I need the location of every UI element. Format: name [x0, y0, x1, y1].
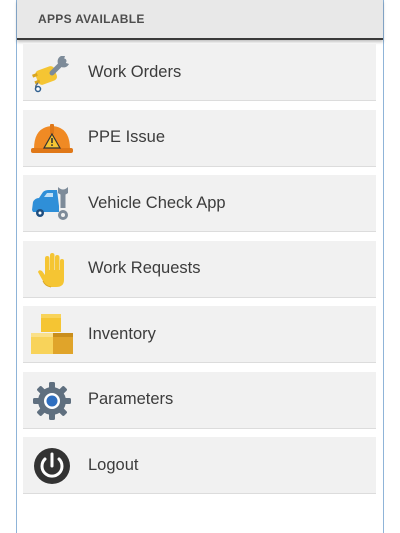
app-item-vehicle-check[interactable]: Vehicle Check App [23, 175, 376, 232]
app-list: Work Orders PPE Issue Vehicle Check App … [23, 44, 376, 503]
app-label-parameters: Parameters [88, 390, 174, 408]
app-label-work-orders: Work Orders [88, 62, 182, 81]
app-label-logout: Logout [88, 455, 139, 474]
app-item-parameters[interactable]: Parameters [23, 371, 376, 429]
apps-header-title: APPS AVAILABLE [38, 12, 145, 26]
power-icon [29, 444, 75, 488]
app-item-logout[interactable]: Logout [23, 437, 376, 494]
gear-icon [29, 379, 75, 423]
app-label-work-requests: Work Requests [88, 259, 201, 277]
apps-header: APPS AVAILABLE [17, 0, 383, 40]
hard-hat-warning-icon [29, 117, 75, 161]
app-item-ppe-issue[interactable]: PPE Issue [23, 109, 376, 167]
app-item-work-orders[interactable]: Work Orders [23, 44, 376, 101]
app-item-work-requests[interactable]: Work Requests [23, 240, 376, 298]
hand-icon [29, 248, 75, 292]
app-label-inventory: Inventory [88, 324, 156, 343]
apps-panel: APPS AVAILABLE Work Orders PPE Issue Veh… [16, 0, 384, 533]
wrench-plug-icon [29, 51, 75, 95]
boxes-icon [29, 313, 75, 357]
app-label-vehicle-check: Vehicle Check App [88, 193, 226, 212]
car-wrench-icon [29, 182, 75, 226]
app-label-ppe-issue: PPE Issue [88, 128, 166, 146]
app-item-inventory[interactable]: Inventory [23, 306, 376, 363]
